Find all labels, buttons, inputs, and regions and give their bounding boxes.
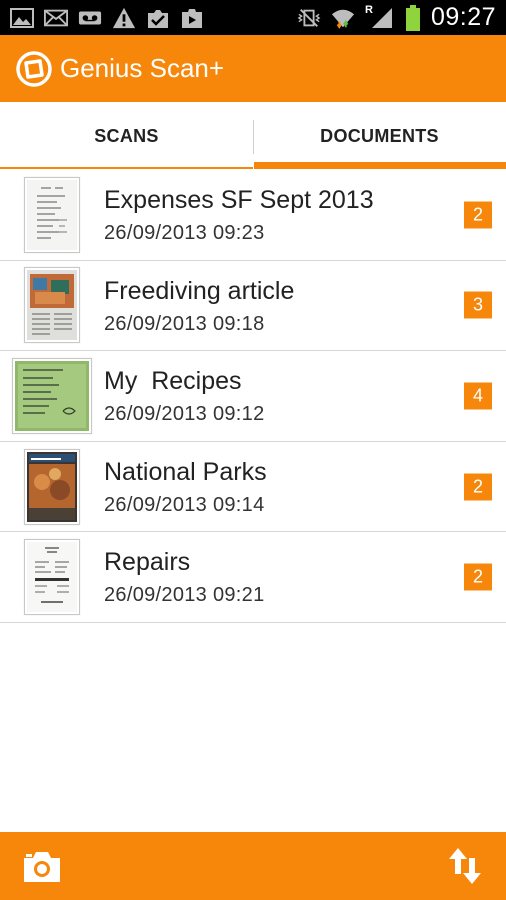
article-thumbnail: [24, 267, 80, 344]
document-title: Freediving article: [104, 276, 295, 305]
page-count-badge: 2: [464, 201, 492, 229]
warning-icon: [112, 7, 136, 29]
bottom-action-bar: [0, 832, 506, 900]
recipe-thumbnail: [12, 357, 92, 434]
page-count-badge: 2: [464, 473, 492, 501]
magazine-thumbnail: [24, 448, 80, 525]
voicemail-icon: [78, 7, 102, 29]
app-bar: Genius Scan+: [0, 35, 506, 102]
app-title: Genius Scan+: [60, 53, 225, 83]
tab-bar: SCANS DOCUMENTS: [0, 102, 506, 170]
tab-scans-indicator: [0, 167, 253, 169]
document-title: National Parks: [104, 457, 267, 486]
camera-icon[interactable]: [22, 848, 62, 884]
list-item[interactable]: Repairs 26/09/2013 09:21 2: [0, 532, 506, 623]
vibrate-mute-icon: [297, 7, 321, 29]
roaming-signal-icon: R: [364, 3, 395, 29]
document-date: 26/09/2013 09:14: [104, 493, 265, 516]
document-date: 26/09/2013 09:18: [104, 312, 265, 335]
email-icon: [44, 7, 68, 29]
document-date: 26/09/2013 09:23: [104, 222, 265, 244]
system-icons: R 09:27: [297, 3, 496, 32]
list-item[interactable]: My Recipes 26/09/2013 09:12 4: [0, 351, 506, 442]
list-item[interactable]: National Parks 26/09/2013 09:14 2: [0, 442, 506, 533]
task-check-icon: [146, 7, 170, 29]
page-count-badge: 3: [464, 291, 492, 319]
page-count-badge: 2: [464, 563, 492, 591]
list-item[interactable]: Freediving article 26/09/2013 09:18 3: [0, 261, 506, 352]
status-bar: R 09:27: [0, 0, 506, 35]
document-list: Expenses SF Sept 2013 26/09/2013 09:23 2…: [0, 170, 506, 623]
invoice-thumbnail: [24, 539, 80, 616]
gallery-icon: [10, 7, 34, 29]
document-title: Repairs: [104, 548, 191, 577]
clock: 09:27: [430, 3, 496, 31]
page-count-badge: 4: [464, 382, 492, 410]
tab-documents-selected-indicator: [254, 162, 506, 169]
document-title: My Recipes: [104, 367, 242, 396]
document-date: 26/09/2013 09:12: [104, 403, 265, 426]
wifi-icon: [331, 7, 355, 29]
receipt-thumbnail: [24, 176, 80, 253]
tab-documents[interactable]: DOCUMENTS: [253, 102, 506, 170]
document-title: Expenses SF Sept 2013: [104, 186, 374, 214]
app-logo-icon[interactable]: [16, 50, 52, 87]
notification-icons: [10, 7, 204, 29]
list-item[interactable]: Expenses SF Sept 2013 26/09/2013 09:23 2: [0, 170, 506, 261]
tab-scans[interactable]: SCANS: [0, 102, 253, 170]
play-store-icon: [180, 7, 204, 29]
tab-divider: [253, 120, 254, 154]
document-date: 26/09/2013 09:21: [104, 584, 265, 607]
sort-icon[interactable]: [448, 846, 482, 886]
battery-icon: [405, 4, 421, 31]
roaming-label: R: [364, 3, 373, 16]
